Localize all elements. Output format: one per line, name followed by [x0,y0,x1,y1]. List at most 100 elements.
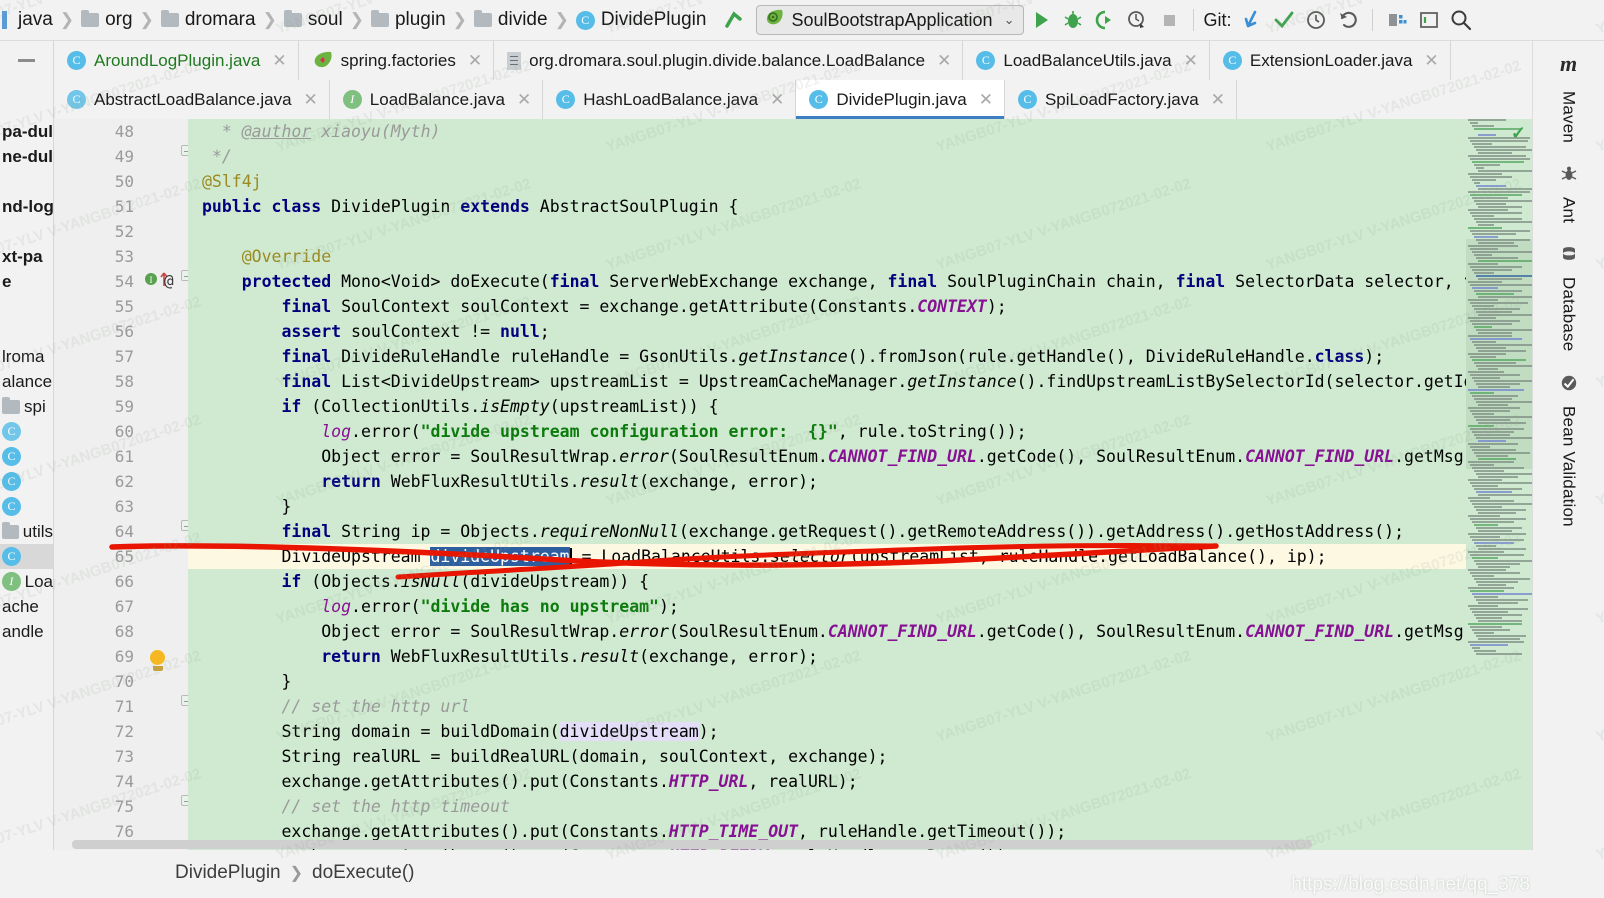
code-line-63[interactable]: } [188,494,1532,519]
project-tree-node[interactable] [0,169,53,194]
close-icon[interactable]: ✕ [517,90,531,110]
project-tree-node[interactable]: C [0,444,53,469]
tool-window-ant[interactable]: Ant [1533,165,1604,223]
breadcrumb-item-java[interactable]: java [2,9,53,31]
close-icon[interactable]: ✕ [1424,51,1438,71]
project-tree-strip[interactable]: pa-dul ne-dul nd-log xt-pa e lroma alance spi C C… [0,119,54,850]
close-icon[interactable]: ✕ [770,90,784,110]
project-structure-icon[interactable] [1382,5,1412,35]
project-tree-node[interactable]: C [0,469,53,494]
code-line-66[interactable]: if (Objects.isNull(divideUpstream)) { [188,569,1532,594]
project-tree-node[interactable]: C [0,544,53,569]
intention-bulb-icon[interactable] [150,650,166,671]
breadcrumb-item-soul[interactable]: soul [283,9,343,31]
project-tree-node[interactable] [0,294,53,319]
code-line-56[interactable]: assert soulContext != null; [188,319,1532,344]
tool-window-maven[interactable]: Maven [1533,91,1604,143]
breadcrumb-item-org[interactable]: org [81,9,133,31]
code-editor[interactable]: 48 49 50 51 52 53 54 55 56 57 58 59 60 61 62 63 64 65 66 67… [54,119,1532,850]
project-tree-node[interactable]: andle [0,619,53,644]
editor-tab-spiloadfactory-java[interactable]: C SpiLoadFactory.java ✕ [1004,80,1237,119]
project-tree-node[interactable]: alance [0,369,53,394]
code-line-53[interactable]: @Override [188,244,1532,269]
project-tree-node[interactable]: ache [0,594,53,619]
code-line-55[interactable]: final SoulContext soulContext = exchange… [188,294,1532,319]
project-tree-node[interactable] [0,319,53,344]
code-line-62[interactable]: return WebFluxResultUtils.result(exchang… [188,469,1532,494]
code-line-52[interactable] [188,219,1532,244]
editor-horizontal-scrollbar[interactable] [72,840,1312,849]
code-line-68[interactable]: Object error = SoulResultWrap.error(Soul… [188,619,1532,644]
code-line-48[interactable]: * @author xiaoyu(Myth) [188,119,1532,144]
editor-tab-loadbalance-java[interactable]: I LoadBalance.java ✕ [329,80,544,119]
editor-tab-loadbalanceutils-java[interactable]: C LoadBalanceUtils.java ✕ [963,41,1210,80]
gutter-icon-column[interactable]: I @ [142,119,180,850]
code-line-49[interactable]: */ [188,144,1532,169]
search-everywhere-icon[interactable] [1446,5,1476,35]
tool-window-database[interactable]: Database [1533,245,1604,352]
editor-tab-hashloadbalance-java[interactable]: C HashLoadBalance.java ✕ [543,80,797,119]
close-icon[interactable]: ✕ [979,90,993,110]
code-line-50[interactable]: @Slf4j [188,169,1532,194]
code-minimap[interactable]: ✓ [1466,119,1532,850]
code-line-57[interactable]: final DivideRuleHandle ruleHandle = Gson… [188,344,1532,369]
editor-tab-extensionloader-java[interactable]: C ExtensionLoader.java ✕ [1209,41,1451,80]
editor-tab-abstractloadbalance-java[interactable]: C AbstractLoadBalance.java ✕ [54,80,330,119]
method-breadcrumb-item[interactable]: DividePlugin [175,862,281,884]
project-tree-node[interactable]: pa-dul [0,119,53,144]
code-line-69[interactable]: return WebFluxResultUtils.result(exchang… [188,644,1532,669]
annotation-gutter-icon[interactable]: @ [164,271,174,290]
terminal-icon[interactable] [1414,5,1444,35]
code-line-67[interactable]: log.error("divide has no upstream"); [188,594,1532,619]
breadcrumb-item-plugin[interactable]: plugin [370,9,446,31]
profile-icon[interactable] [1122,5,1152,35]
close-icon[interactable]: ✕ [468,51,482,71]
breadcrumb-item-dromara[interactable]: dromara [160,9,256,31]
close-icon[interactable]: ✕ [937,51,951,71]
editor-tab-spring-factories[interactable]: spring.factories ✕ [298,41,495,80]
project-tree-node[interactable]: xt-pa [0,244,53,269]
close-icon[interactable]: ✕ [1184,51,1198,71]
project-tree-node[interactable]: ne-dul [0,144,53,169]
code-content[interactable]: * @author xiaoyu(Myth) */@Slf4j public cl… [188,119,1532,850]
code-folding-column[interactable] [180,119,192,850]
back-arrow-icon[interactable] [718,5,748,35]
code-line-60[interactable]: log.error("divide upstream configuration… [188,419,1532,444]
project-tree-node[interactable]: e [0,269,53,294]
code-line-65[interactable]: DivideUpstream divideUpstream = LoadBala… [188,544,1532,569]
method-breadcrumb-item[interactable]: doExecute() [312,862,414,884]
git-rollback-icon[interactable] [1333,5,1363,35]
run-configuration-selector[interactable]: SoulBootstrapApplication ⌄ [756,5,1025,35]
chevron-down-icon[interactable]: ⌄ [1004,12,1015,28]
code-line-73[interactable]: String realURL = buildRealURL(domain, so… [188,744,1532,769]
project-tree-node[interactable]: I Loa [0,569,53,594]
code-line-58[interactable]: final List<DivideUpstream> upstreamList … [188,369,1532,394]
project-tree-node[interactable]: C [0,494,53,519]
tool-window-bean-validation[interactable]: Bean Validation [1533,374,1604,526]
code-line-54[interactable]: protected Mono<Void> doExecute(final Ser… [188,269,1532,294]
project-tree-node[interactable]: lroma [0,344,53,369]
git-history-icon[interactable] [1301,5,1331,35]
breadcrumb-item-divideplugin[interactable]: C DividePlugin [575,9,706,31]
code-line-71[interactable]: // set the http url [188,694,1532,719]
code-line-72[interactable]: String domain = buildDomain(divideUpstre… [188,719,1532,744]
breadcrumb-item-divide[interactable]: divide [473,9,548,31]
code-line-74[interactable]: exchange.getAttributes().put(Constants.H… [188,769,1532,794]
project-tree-node[interactable]: utils [0,519,53,544]
code-line-51[interactable]: public class DividePlugin extends Abstra… [188,194,1532,219]
debug-icon[interactable] [1058,5,1088,35]
project-tree-node[interactable]: nd-log [0,194,53,219]
collapse-all-button[interactable] [0,41,54,80]
code-line-70[interactable]: } [188,669,1532,694]
project-tree-node[interactable] [0,219,53,244]
code-line-59[interactable]: if (CollectionUtils.isEmpty(upstreamList… [188,394,1532,419]
code-line-61[interactable]: Object error = SoulResultWrap.error(Soul… [188,444,1532,469]
run-icon[interactable] [1026,5,1056,35]
project-tree-node[interactable]: spi [0,394,53,419]
close-icon[interactable]: ✕ [304,90,318,110]
editor-tab-aroundlogplugin-java[interactable]: C AroundLogPlugin.java ✕ [54,41,299,80]
git-commit-icon[interactable] [1269,5,1299,35]
editor-tab-divideplugin-java[interactable]: C DividePlugin.java ✕ [796,80,1005,119]
close-icon[interactable]: ✕ [1211,90,1225,110]
git-update-icon[interactable] [1237,5,1267,35]
